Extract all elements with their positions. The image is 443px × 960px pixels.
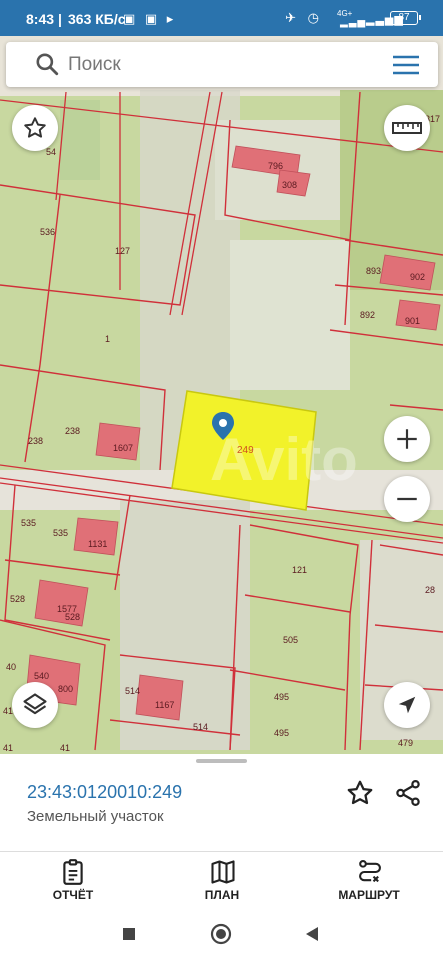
- sheet-drag-handle[interactable]: [196, 759, 247, 763]
- my-location-button[interactable]: [384, 682, 430, 728]
- navigation-arrow-icon: [398, 696, 416, 714]
- parcel-label: 40: [6, 662, 16, 672]
- avito-watermark: Avito: [210, 426, 358, 493]
- layers-button[interactable]: [12, 682, 58, 728]
- ruler-button[interactable]: [384, 105, 430, 151]
- parcel-label: 495: [274, 728, 289, 738]
- status-speed: 363 КБ/с: [68, 11, 126, 27]
- parcel-label: 528: [65, 612, 80, 622]
- parcel-label: 901: [405, 316, 420, 326]
- parcel-label: 902: [410, 272, 425, 282]
- parcel-label: 1607: [113, 443, 133, 453]
- parcel-label: 127: [115, 246, 130, 256]
- signal-icon: ▂▃▅: [340, 17, 367, 28]
- parcel-label: 892: [360, 310, 375, 320]
- home-icon[interactable]: [210, 923, 232, 945]
- parcel-label: 121: [292, 565, 307, 575]
- parcel-label: 1167: [155, 700, 174, 710]
- search-bar: [6, 42, 438, 87]
- map-plan-icon: [211, 860, 235, 884]
- parcel-label: 238: [28, 436, 43, 446]
- tab-label: ПЛАН: [204, 888, 240, 902]
- status-system-icons: ✈ ◷: [285, 10, 323, 25]
- cadastral-number[interactable]: 23:43:0120010:249: [27, 782, 182, 803]
- layers-icon: [23, 693, 47, 715]
- parcel-label: 800: [58, 684, 73, 694]
- parcel-label: 528: [10, 594, 25, 604]
- status-time: 8:43: [26, 11, 55, 27]
- parcel-label: 535: [53, 528, 68, 538]
- share-button[interactable]: [393, 778, 423, 813]
- parcel-label: 893: [366, 266, 381, 276]
- parcel-label: 514: [193, 722, 208, 732]
- parcel-label: 54: [46, 147, 56, 157]
- parcel-label: 796: [268, 161, 283, 171]
- parcel-label: 495: [274, 692, 289, 702]
- tab-plan[interactable]: ПЛАН: [167, 856, 277, 906]
- parcel-label: 41: [3, 743, 13, 753]
- zoom-in-button[interactable]: [384, 416, 430, 462]
- star-outline-icon: [347, 780, 373, 805]
- battery-icon: 87: [390, 11, 421, 25]
- parcel-label: 479: [398, 738, 413, 748]
- parcel-label: 1: [105, 334, 110, 344]
- tab-report[interactable]: ОТЧЁТ: [18, 856, 128, 906]
- route-icon: [359, 859, 381, 883]
- parcel-label: 238: [65, 426, 80, 436]
- ruler-icon: [392, 122, 422, 134]
- search-icon[interactable]: [34, 51, 60, 77]
- plus-icon: [397, 429, 417, 449]
- object-type: Земельный участок: [27, 808, 164, 825]
- map-view[interactable]: Avito 54 536 127 1 238 238 1607 796 308 …: [0, 36, 443, 754]
- parcel-label: 536: [40, 227, 55, 237]
- back-icon[interactable]: [305, 926, 319, 942]
- system-nav-bar: [0, 906, 443, 960]
- highlighted-parcel-label: 249: [237, 445, 254, 456]
- status-bar: 8:43 | 363 КБ/с ▣ ▣ ▸ ✈ ◷ 4G+ ▂▃▅ ▂▃▅▆ 8…: [0, 0, 443, 36]
- share-icon: [396, 780, 420, 806]
- parcel-label: 308: [282, 180, 297, 190]
- zoom-out-button[interactable]: [384, 476, 430, 522]
- parcel-label: 41: [60, 743, 70, 753]
- cadastral-map: Avito 54 536 127 1 238 238 1607 796 308 …: [0, 36, 443, 754]
- star-outline-icon: [24, 117, 46, 138]
- tab-label: ОТЧЁТ: [52, 888, 94, 902]
- minus-icon: [397, 497, 417, 501]
- favorite-map-button[interactable]: [12, 105, 58, 151]
- parcel-label: 28: [425, 585, 435, 595]
- parcel-label: 514: [125, 686, 140, 696]
- notification-icons: ▣ ▣ ▸: [123, 11, 177, 26]
- recents-icon[interactable]: [122, 927, 136, 941]
- tab-label: МАРШРУТ: [338, 888, 400, 902]
- menu-icon[interactable]: [391, 54, 421, 76]
- favorite-button[interactable]: [345, 778, 375, 813]
- parcel-label: 505: [283, 635, 298, 645]
- parcel-label: 535: [21, 518, 36, 528]
- parcel-label: 1131: [88, 539, 107, 549]
- parcel-label: 540: [34, 671, 49, 681]
- search-input[interactable]: [68, 42, 368, 87]
- report-icon: [63, 859, 83, 885]
- tab-route[interactable]: МАРШРУТ: [314, 856, 424, 906]
- divider: [0, 851, 443, 852]
